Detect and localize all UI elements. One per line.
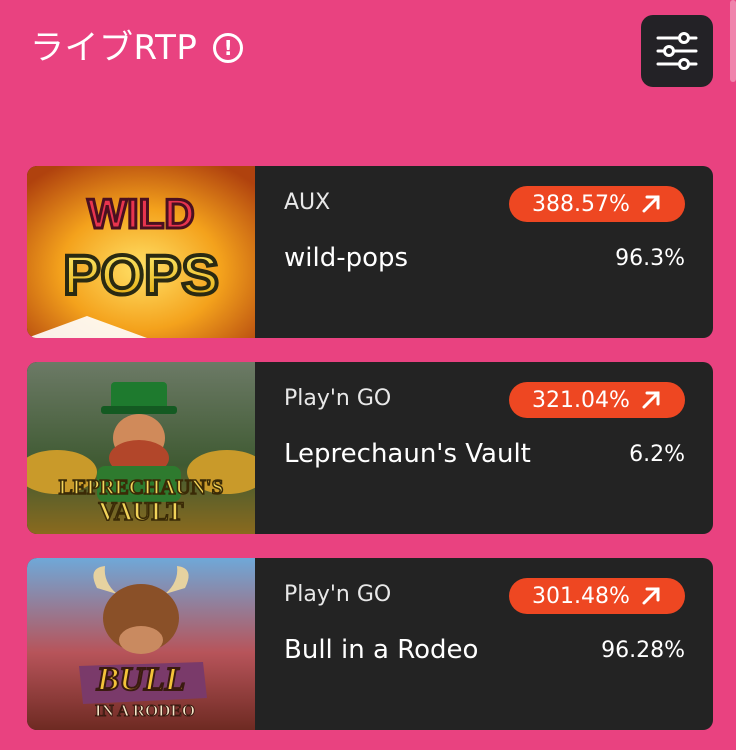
thumbnail-text-2: IN A RODEO — [95, 701, 195, 720]
rtp-change-badge: 301.48% — [509, 578, 685, 614]
rtp-value: 96.28% — [601, 638, 685, 663]
game-card-leprechauns-vault[interactable]: LEPRECHAUN'S VAULT Play'n GO 321.04% Lep… — [27, 362, 713, 534]
page-title-row: ライブRTP ! — [30, 26, 244, 70]
arrow-up-right-icon — [642, 195, 660, 213]
scrollbar[interactable] — [730, 0, 736, 82]
arrow-up-right-icon — [642, 587, 660, 605]
thumbnail-text-1: LEPRECHAUN'S — [59, 475, 224, 499]
thumbnail-text-1: BULL — [96, 661, 186, 698]
thumbnail-text-1: WILD — [87, 190, 194, 237]
arrow-up-right-icon — [642, 391, 660, 409]
game-card-wild-pops[interactable]: WILD POPS AUX 388.57% wild-pops 96.3% — [27, 166, 713, 338]
game-card-bull-in-a-rodeo[interactable]: BULL IN A RODEO Play'n GO 301.48% Bull i… — [27, 558, 713, 730]
page-title: ライブRTP — [30, 28, 198, 68]
header: ライブRTP ! — [0, 0, 736, 110]
game-thumbnail-bull-in-a-rodeo: BULL IN A RODEO — [27, 558, 255, 730]
thumbnail-text-2: POPS — [63, 243, 219, 306]
filter-button[interactable] — [641, 15, 713, 87]
rtp-change-badge: 388.57% — [509, 186, 685, 222]
game-thumbnail-leprechauns-vault: LEPRECHAUN'S VAULT — [27, 362, 255, 534]
info-circle-icon[interactable]: ! — [213, 33, 244, 63]
rtp-value: 6.2% — [629, 442, 685, 467]
provider-name: Play'n GO — [284, 386, 392, 411]
game-name: wild-pops — [284, 243, 409, 273]
rtp-change-badge: 321.04% — [509, 382, 685, 418]
rtp-value: 96.3% — [615, 246, 685, 271]
provider-name: Play'n GO — [284, 582, 392, 607]
thumbnail-text-2: VAULT — [98, 497, 183, 526]
game-thumbnail-wild-pops: WILD POPS — [27, 166, 255, 338]
badge-value: 301.48% — [532, 583, 630, 609]
sliders-icon — [656, 32, 698, 70]
badge-value: 321.04% — [532, 387, 630, 413]
game-name: Bull in a Rodeo — [284, 635, 479, 665]
provider-name: AUX — [284, 190, 331, 215]
badge-value: 388.57% — [532, 191, 630, 217]
game-name: Leprechaun's Vault — [284, 439, 531, 469]
